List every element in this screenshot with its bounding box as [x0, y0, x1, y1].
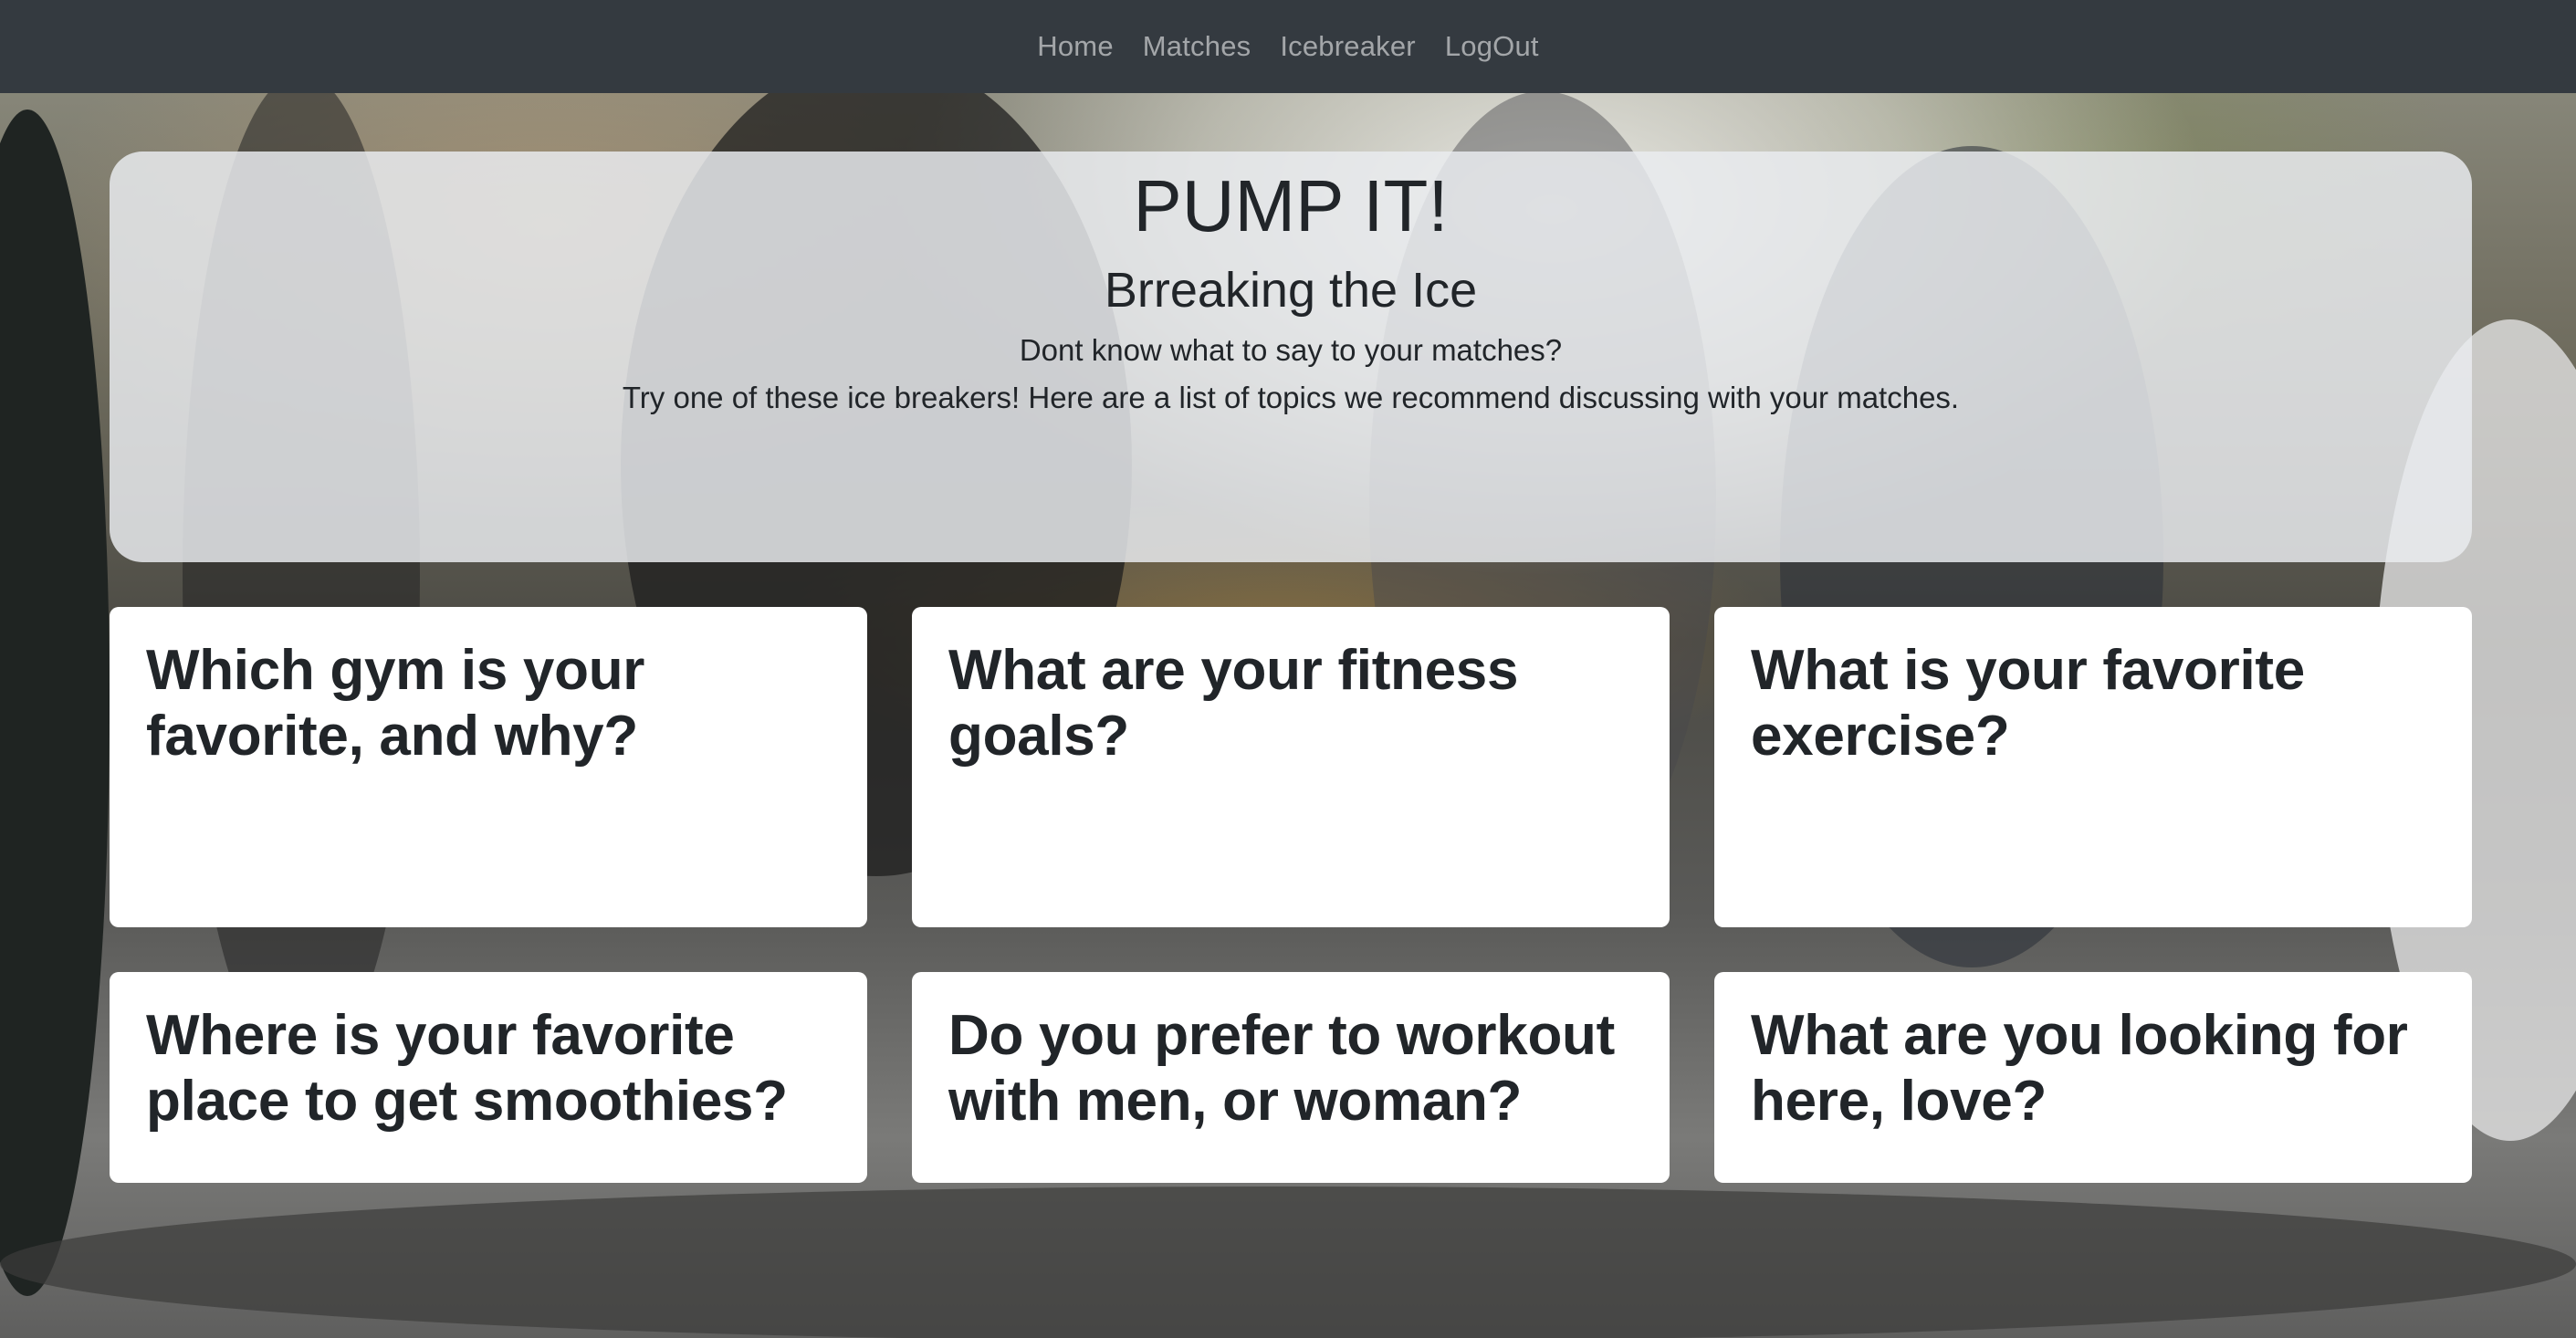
nav-logout-link[interactable]: LogOut: [1445, 30, 1539, 63]
background-pavement: [0, 1186, 2576, 1338]
icebreaker-card-looking-for: What are you looking for here, love?: [1714, 972, 2472, 1183]
intro-line-1: Dont know what to say to your matches?: [1019, 333, 1563, 367]
icebreaker-card-gym: Which gym is your favorite, and why?: [110, 607, 867, 927]
icebreaker-question: Do you prefer to workout with men, or wo…: [948, 1004, 1615, 1133]
top-navbar: Home Matches Icebreaker LogOut: [0, 0, 2576, 93]
background-post: [0, 110, 110, 1296]
icebreaker-question: Where is your favorite place to get smoo…: [146, 1004, 788, 1133]
intro-line-2: Try one of these ice breakers! Here are …: [622, 381, 1960, 414]
hero-jumbotron: PUMP IT! Brreaking the Ice Dont know wha…: [110, 152, 2472, 562]
nav-icebreaker-link[interactable]: Icebreaker: [1280, 30, 1415, 63]
icebreaker-question: What are you looking for here, love?: [1751, 1004, 2408, 1133]
icebreaker-question: What is your favorite exercise?: [1751, 639, 2305, 768]
nav-matches-link[interactable]: Matches: [1143, 30, 1251, 63]
icebreaker-card-exercise: What is your favorite exercise?: [1714, 607, 2472, 927]
page-subtitle: Brreaking the Ice: [1104, 263, 1478, 318]
icebreaker-question: What are your fitness goals?: [948, 639, 1519, 768]
page-title: PUMP IT!: [1133, 165, 1449, 246]
nav-home-link[interactable]: Home: [1037, 30, 1114, 63]
icebreaker-card-smoothies: Where is your favorite place to get smoo…: [110, 972, 867, 1183]
icebreaker-question: Which gym is your favorite, and why?: [146, 639, 645, 768]
icebreaker-card-workout-partner: Do you prefer to workout with men, or wo…: [912, 972, 1670, 1183]
icebreaker-card-goals: What are your fitness goals?: [912, 607, 1670, 927]
